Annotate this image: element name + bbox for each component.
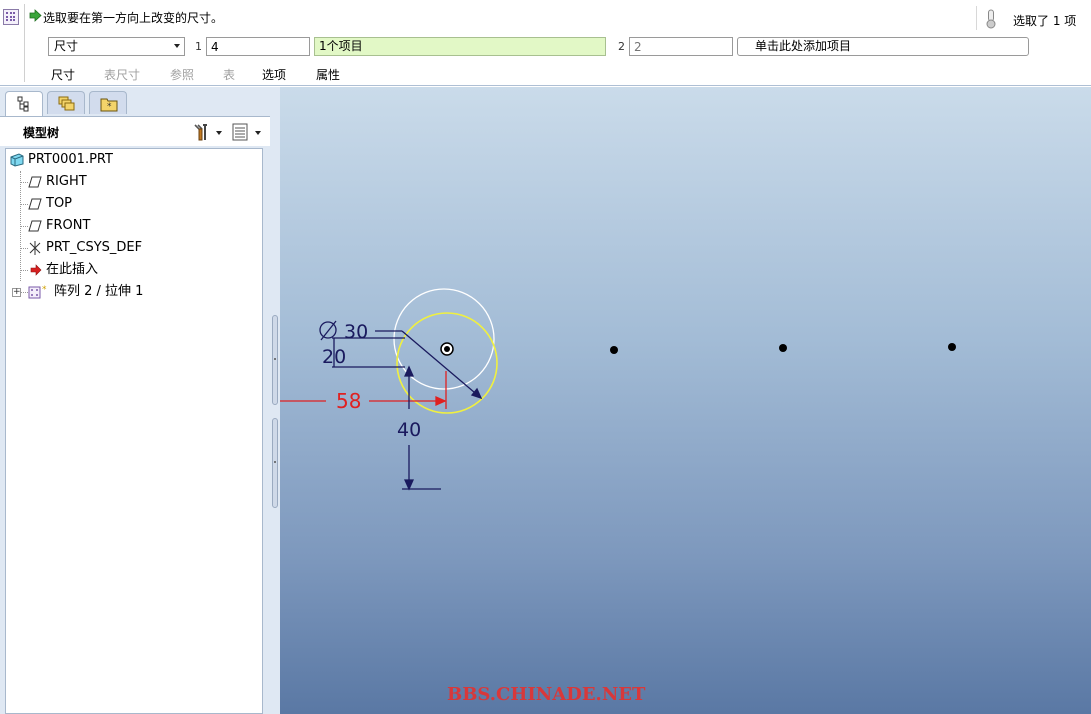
tree-show-button[interactable]: [231, 122, 263, 142]
datum-plane-icon: [28, 198, 42, 210]
tree-node-label: PRT0001.PRT: [28, 152, 113, 167]
list-icon: [232, 123, 248, 141]
part-icon: [10, 153, 24, 167]
collapse-grip-top[interactable]: [272, 315, 278, 405]
chevron-down-icon: [216, 131, 222, 135]
prompt-arrow-icon: [29, 9, 42, 22]
direction1-label: 1: [195, 40, 202, 53]
selection-status: 选取了 1 项: [1013, 14, 1077, 28]
csys-icon: [29, 241, 41, 255]
selection-filter-icon[interactable]: [985, 9, 997, 29]
tree-node-label: FRONT: [46, 218, 91, 233]
model-view: 30 20 58 40: [280, 288, 956, 491]
horizontal-value[interactable]: 58: [336, 389, 361, 413]
tab-table[interactable]: 表: [223, 66, 235, 83]
direction2-label: 2: [618, 40, 625, 53]
navigator-panel: * 模型树 PRT0001.PRT RIGHT TOP FRONT PRT_CS…: [0, 87, 270, 714]
pattern-point[interactable]: [610, 346, 618, 354]
datum-plane-icon: [28, 176, 42, 188]
tab-properties[interactable]: 属性: [316, 66, 340, 83]
tab-dimensions[interactable]: 尺寸: [51, 66, 75, 83]
direction1-items-collector[interactable]: 1个项目: [314, 37, 606, 56]
collapse-grip-bottom[interactable]: [272, 418, 278, 508]
tree-guide-line: [20, 248, 28, 249]
direction2-add-item-collector[interactable]: 单击此处添加项目: [737, 37, 1029, 56]
pattern-icon: *: [28, 285, 47, 299]
pattern-point[interactable]: [779, 344, 787, 352]
tree-guide-line: [20, 226, 28, 227]
chevron-down-icon: [255, 131, 261, 135]
model-tree: PRT0001.PRT RIGHT TOP FRONT PRT_CSYS_DEF: [5, 148, 263, 714]
model-tree-icon: [17, 96, 29, 112]
tab-options[interactable]: 选项: [262, 66, 286, 83]
diameter-value[interactable]: 30: [344, 321, 368, 343]
tree-node-label: 在此插入: [46, 262, 99, 277]
dashboard-divider: [24, 4, 25, 82]
pattern-tool-icon: [3, 9, 19, 25]
chevron-down-icon: [174, 44, 180, 48]
tab-favorites[interactable]: *: [89, 91, 127, 114]
datum-plane-icon: [28, 220, 42, 232]
tab-references[interactable]: 参照: [170, 66, 194, 83]
pattern-type-value: 尺寸: [54, 39, 79, 53]
tab-table-dimensions[interactable]: 表尺寸: [104, 66, 140, 83]
prompt-message: 选取要在第一方向上改变的尺寸。: [43, 11, 224, 25]
svg-text:*: *: [42, 285, 47, 295]
tree-node-label: PRT_CSYS_DEF: [46, 240, 143, 255]
favorites-folder-icon: *: [100, 98, 118, 112]
graphics-window[interactable]: 30 20 58 40 BBS.CHINADE.NET: [280, 87, 1091, 714]
pattern-dashboard: 选取要在第一方向上改变的尺寸。 选取了 1 项 尺寸 1 1个项目 2 单击此处…: [0, 0, 1091, 86]
tools-icon: [194, 124, 207, 141]
tree-node-label: RIGHT: [46, 174, 87, 189]
tree-node-label: TOP: [46, 196, 73, 211]
center-dot: [444, 346, 450, 352]
tree-node-label: 阵列 2 / 拉伸 1: [54, 284, 144, 299]
direction1-count-input[interactable]: [206, 37, 310, 56]
tab-layers[interactable]: [47, 91, 85, 114]
selected-circle[interactable]: [396, 312, 498, 414]
tree-guide-line: [20, 204, 28, 205]
panel-sash[interactable]: [270, 87, 280, 714]
offset-value[interactable]: 20: [322, 346, 346, 368]
tree-expand-toggle[interactable]: +: [12, 288, 21, 297]
tree-guide-line: [20, 270, 28, 271]
tree-guide-line: [20, 292, 28, 293]
pattern-type-select[interactable]: 尺寸: [48, 37, 185, 56]
model-tree-title: 模型树: [23, 126, 60, 140]
vertical-value[interactable]: 40: [397, 419, 421, 441]
layers-icon: [58, 96, 75, 111]
tree-settings-button[interactable]: [191, 122, 223, 142]
direction2-count-input[interactable]: [629, 37, 733, 56]
insert-here-arrow-icon: [30, 264, 42, 276]
status-separator: [976, 6, 977, 30]
tab-model-tree[interactable]: [5, 91, 43, 116]
pattern-point[interactable]: [948, 343, 956, 351]
model-tree-header: 模型树: [0, 116, 270, 146]
svg-text:*: *: [107, 102, 112, 112]
tree-guide-line: [20, 182, 28, 183]
watermark: BBS.CHINADE.NET: [447, 684, 646, 705]
horizontal-dimension[interactable]: [280, 371, 447, 409]
